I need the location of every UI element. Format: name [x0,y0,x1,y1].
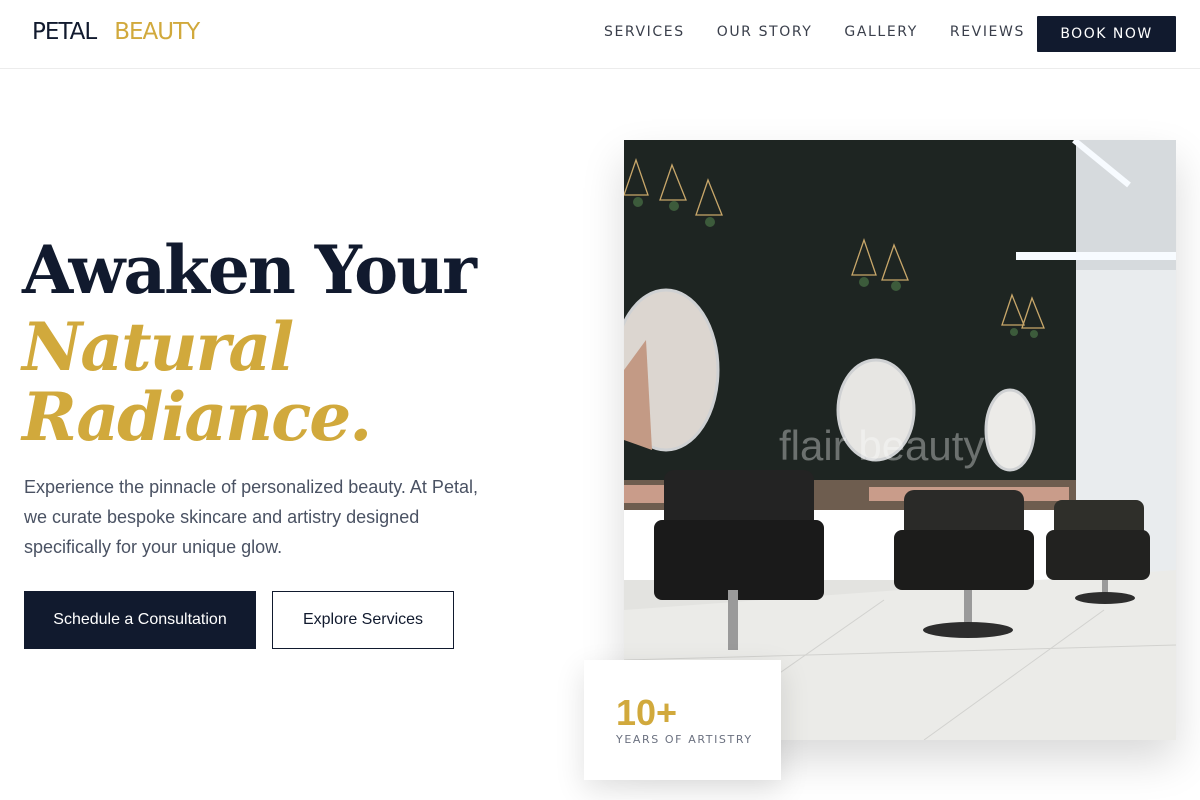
headline-line-1: Awaken Your [22,231,477,309]
explore-services-button[interactable]: Explore Services [272,591,454,649]
stat-value: 10+ [616,692,678,733]
image-watermark: flair beauty [779,422,984,469]
nav-item-reviews[interactable]: REVIEWS [950,24,1025,40]
site-header: PETAL BEAUTY SERVICES OUR STORY GALLERY R… [0,0,1200,69]
brand-word-2: BEAUTY [114,19,200,45]
nav-item-services[interactable]: SERVICES [604,24,685,40]
main-nav: SERVICES OUR STORY GALLERY REVIEWS [604,24,1057,40]
nav-item-our-story[interactable]: OUR STORY [717,24,813,40]
headline-line-2: Natural [22,308,294,386]
nav-item-gallery[interactable]: GALLERY [844,24,917,40]
salon-interior-image: flair beauty [624,140,1176,740]
hero-description: Experience the pinnacle of personalized … [24,477,478,557]
brand-logo[interactable]: PETAL BEAUTY [32,19,200,45]
stat-label: YEARS OF ARTISTRY [616,733,753,746]
hero-headline: Awaken Your Natural Radiance. [22,228,477,456]
book-now-button[interactable]: BOOK NOW [1037,16,1176,52]
years-stat-card: 10+ YEARS OF ARTISTRY [584,660,781,780]
headline-line-3: Radiance. [22,378,372,456]
schedule-consultation-button[interactable]: Schedule a Consultation [24,591,256,649]
brand-word-1: PETAL [32,19,97,45]
